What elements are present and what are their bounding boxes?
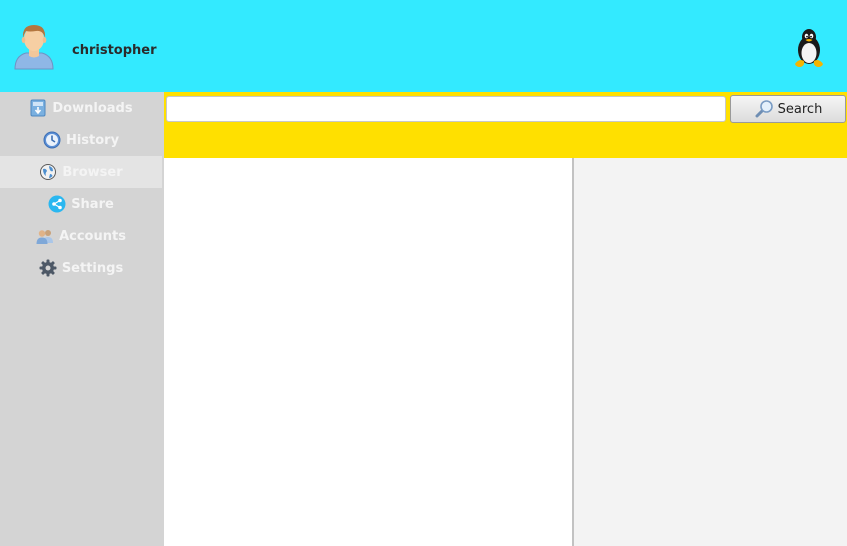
gear-icon xyxy=(39,259,57,277)
sidebar-item-share[interactable]: Share xyxy=(0,188,162,220)
accounts-icon xyxy=(36,227,54,245)
sidebar-item-label: History xyxy=(65,132,120,148)
history-clock-icon xyxy=(43,131,61,149)
browser-content-pane[interactable] xyxy=(164,158,572,546)
details-side-pane xyxy=(574,158,847,546)
sidebar-item-label: Accounts xyxy=(59,228,126,244)
sidebar-item-downloads[interactable]: Downloads xyxy=(0,92,162,124)
sidebar: Downloads History Browser Share Accounts… xyxy=(0,92,164,546)
header-bar: christopher xyxy=(0,0,847,92)
search-button[interactable]: Search xyxy=(730,95,846,123)
username-label: christopher xyxy=(72,43,157,58)
sidebar-item-label: Share xyxy=(71,196,114,212)
sidebar-item-label: Settings xyxy=(61,260,124,276)
magnifier-icon xyxy=(754,99,774,119)
user-avatar-icon[interactable] xyxy=(12,22,56,70)
globe-icon xyxy=(39,163,57,181)
sidebar-item-browser[interactable]: Browser xyxy=(0,156,162,188)
sidebar-item-label: Downloads xyxy=(52,100,133,116)
search-toolbar: Search xyxy=(164,92,847,158)
sidebar-item-label: Browser xyxy=(62,164,123,180)
share-icon xyxy=(48,195,66,213)
downloads-icon xyxy=(29,99,47,117)
search-button-label: Search xyxy=(777,101,823,117)
sidebar-item-history[interactable]: History xyxy=(0,124,162,156)
sidebar-item-settings[interactable]: Settings xyxy=(0,252,162,284)
tux-penguin-icon xyxy=(791,28,827,68)
search-input[interactable] xyxy=(166,96,726,122)
sidebar-item-accounts[interactable]: Accounts xyxy=(0,220,162,252)
